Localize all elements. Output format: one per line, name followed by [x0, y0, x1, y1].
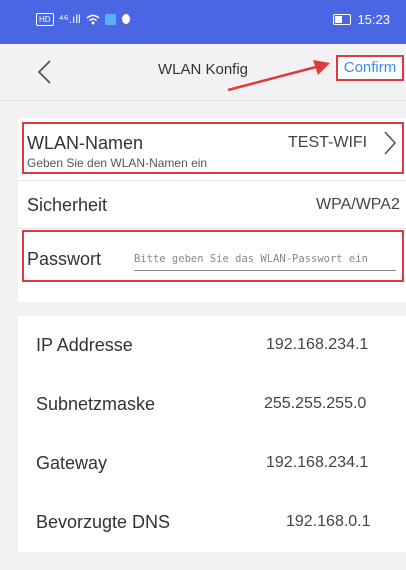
gateway-value: 192.168.234.1	[266, 454, 369, 471]
preferred-dns-value: 192.168.0.1	[286, 513, 371, 530]
divider	[18, 228, 406, 229]
preferred-dns-label: Bevorzugte DNS	[36, 512, 171, 532]
subnet-mask-label: Subnetzmaske	[36, 394, 156, 414]
network-row: Bevorzugte DNS 192.168.0.1	[18, 493, 406, 552]
ip-address-label: IP Addresse	[36, 335, 133, 355]
security-value: WPA/WPA2	[316, 196, 400, 213]
gateway-label: Gateway	[36, 453, 108, 473]
wlan-name-highlight	[22, 122, 404, 174]
network-info-card: IP Addresse 192.168.234.1 Subnetzmaske 2…	[18, 316, 406, 552]
divider	[18, 180, 406, 181]
password-highlight	[22, 230, 404, 282]
ip-address-value: 192.168.234.1	[266, 336, 369, 353]
network-row: Gateway 192.168.234.1	[18, 434, 406, 493]
confirm-button[interactable]: Confirm	[336, 55, 404, 81]
network-row: IP Addresse 192.168.234.1	[18, 316, 406, 375]
network-row: Subnetzmaske 255.255.255.0	[18, 375, 406, 434]
subnet-mask-value: 255.255.255.0	[264, 395, 367, 412]
security-row[interactable]: Sicherheit WPA/WPA2	[18, 182, 406, 228]
security-label: Sicherheit	[27, 195, 108, 215]
